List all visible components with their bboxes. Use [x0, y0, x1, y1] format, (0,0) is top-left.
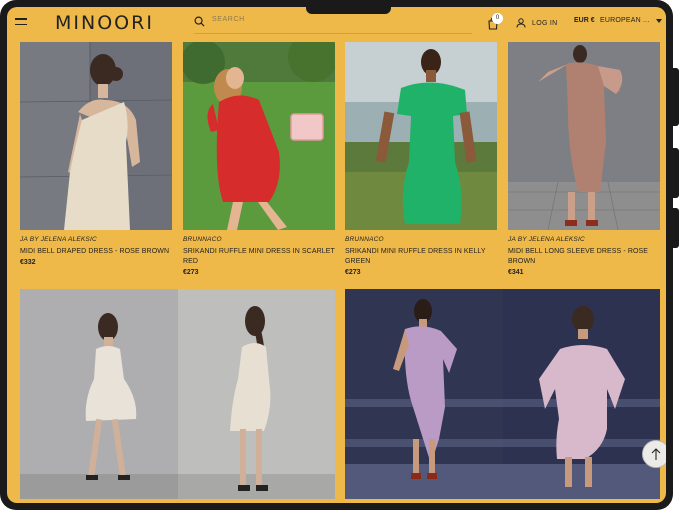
login-link[interactable]: LOG IN: [516, 16, 558, 30]
login-label: LOG IN: [532, 19, 558, 27]
product-image-5[interactable]: [20, 289, 335, 499]
region-selector[interactable]: EUROPEAN ...: [600, 17, 649, 24]
product-image-2[interactable]: [183, 42, 335, 230]
product-title[interactable]: SRIKANDI MINI RUFFLE DRESS IN KELLY GREE…: [345, 247, 497, 267]
search-icon[interactable]: [194, 16, 205, 27]
user-icon: [516, 18, 526, 28]
product-title[interactable]: SRIKANDI RUFFLE MINI DRESS IN SCARLET RE…: [183, 247, 335, 267]
product-price: €273: [345, 269, 361, 276]
site-logo[interactable]: MINOORI: [55, 12, 154, 34]
product-brand: BRUNNACO: [183, 236, 222, 243]
camera-notch: [306, 7, 391, 14]
product-price: €341: [508, 269, 524, 276]
side-button-volume-down: [673, 208, 679, 248]
product-card-3[interactable]: BRUNNACO SRIKANDI MINI RUFFLE DRESS IN K…: [345, 236, 497, 276]
cart-count-badge: 0: [492, 13, 503, 24]
product-card-4[interactable]: JA BY JELENA ALEKSIC MIDI BELL LONG SLEE…: [508, 236, 660, 276]
search-bar[interactable]: [194, 15, 472, 34]
product-card-1[interactable]: JA BY JELENA ALEKSIC MIDI BELL DRAPED DR…: [20, 236, 172, 266]
hamburger-menu-icon[interactable]: [15, 18, 27, 28]
product-brand: JA BY JELENA ALEKSIC: [20, 236, 97, 243]
product-brand: JA BY JELENA ALEKSIC: [508, 236, 585, 243]
arrow-up-icon: [651, 448, 661, 460]
search-input[interactable]: [212, 16, 462, 23]
side-button-volume-up: [673, 148, 679, 198]
product-title[interactable]: MIDI BELL LONG SLEEVE DRESS - ROSE BROWN: [508, 247, 660, 267]
product-image-3[interactable]: [345, 42, 497, 230]
product-title[interactable]: MIDI BELL DRAPED DRESS - ROSE BROWN: [20, 247, 172, 257]
product-image-4[interactable]: [508, 42, 660, 230]
screen: MINOORI 0 LOG IN EUR € EUROPEAN ...: [7, 7, 666, 503]
product-price: €332: [20, 259, 36, 266]
currency-selector[interactable]: EUR €: [574, 17, 595, 24]
product-brand: BRUNNACO: [345, 236, 384, 243]
product-card-2[interactable]: BRUNNACO SRIKANDI RUFFLE MINI DRESS IN S…: [183, 236, 335, 276]
product-image-6[interactable]: [345, 289, 660, 499]
product-image-1[interactable]: [20, 42, 172, 230]
chevron-down-icon[interactable]: [656, 19, 662, 23]
back-to-top-button[interactable]: [642, 440, 666, 468]
product-price: €273: [183, 269, 199, 276]
side-button-power: [673, 68, 679, 126]
